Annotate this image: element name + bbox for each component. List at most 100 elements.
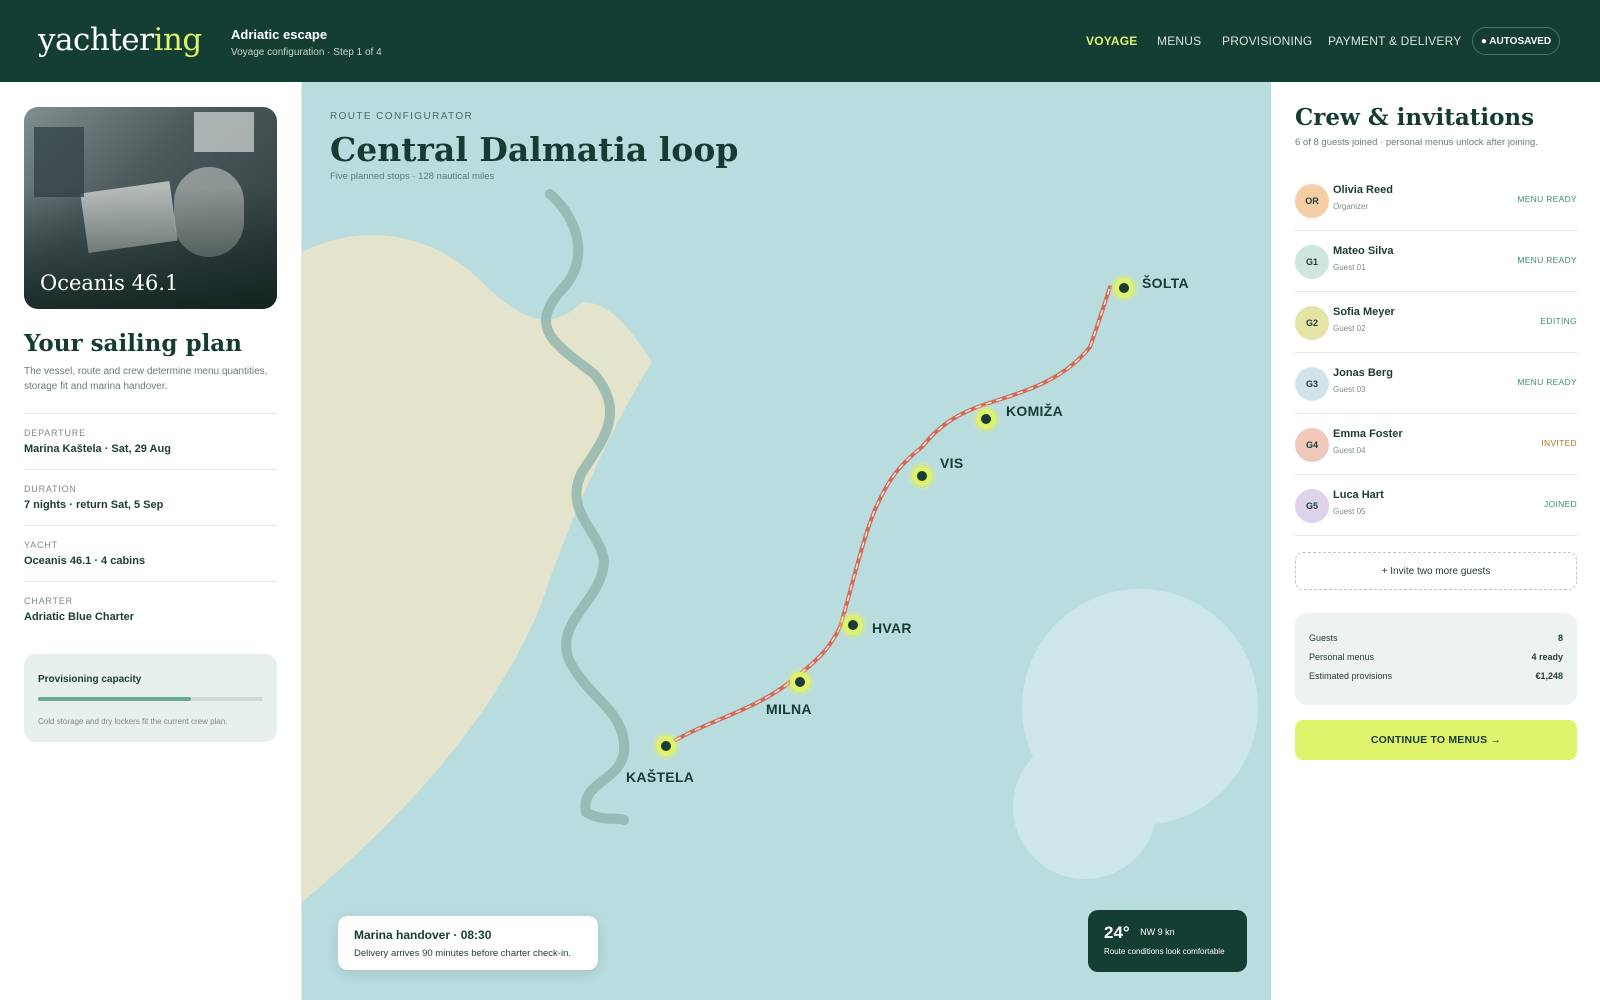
logo[interactable]: yachtering	[38, 22, 202, 58]
nav-provisioning[interactable]: PROVISIONING	[1222, 34, 1312, 48]
summary-row-provisions: Estimated provisions €1,248	[1309, 671, 1563, 681]
trip-subtitle: Voyage configuration · Step 1 of 4	[231, 47, 382, 58]
marina-handover-card: Marina handover · 08:30 Delivery arrives…	[338, 916, 598, 970]
capacity-note: Cold storage and dry lockers fit the cur…	[38, 717, 228, 726]
nav-voyage[interactable]: VOYAGE	[1086, 34, 1137, 48]
top-bar: yachtering Adriatic escape Voyage config…	[0, 0, 1600, 82]
spec-departure: DEPARTURE Marina Kaštela · Sat, 29 Aug	[24, 413, 277, 455]
handover-subtitle: Delivery arrives 90 minutes before chart…	[354, 948, 572, 959]
spec-label: DEPARTURE	[24, 428, 86, 438]
status-badge: INVITED	[1541, 438, 1577, 448]
weather-temperature: 24°	[1104, 923, 1130, 942]
member-role: Guest 04	[1333, 446, 1366, 455]
member-role: Organizer	[1333, 202, 1369, 211]
avatar: G5	[1295, 489, 1329, 523]
summary-value: €1,248	[1535, 671, 1563, 681]
crew-subtitle: 6 of 8 guests joined · personal menus un…	[1295, 137, 1538, 148]
crew-member-row[interactable]: G3 Jonas Berg Guest 03 MENU READY	[1295, 353, 1577, 414]
avatar: OR	[1295, 184, 1329, 218]
status-badge: MENU READY	[1517, 377, 1577, 387]
status-badge: MENU READY	[1517, 194, 1577, 204]
crew-member-row[interactable]: G4 Emma Foster Guest 04 INVITED	[1295, 414, 1577, 475]
trip-summary-card: Guests 8 Personal menus 4 ready Estimate…	[1295, 613, 1577, 705]
stop-marker-hvar[interactable]	[843, 615, 863, 635]
map-canvas	[302, 189, 1258, 902]
member-name: Jonas Berg	[1333, 367, 1393, 379]
weather-card: 24° NW 9 kn Route conditions look comfor…	[1088, 910, 1247, 972]
yacht-photo: Oceanis 46.1	[24, 107, 277, 309]
spec-value: Adriatic Blue Charter	[24, 611, 135, 623]
capacity-title: Provisioning capacity	[38, 674, 142, 685]
summary-value: 8	[1557, 633, 1563, 643]
stop-label-hvar: HVAR	[872, 620, 912, 636]
stop-label-kastela: KAŠTELA	[626, 769, 695, 785]
crew-member-row[interactable]: OR Olivia Reed Organizer MENU READY	[1295, 170, 1577, 231]
member-role: Guest 05	[1333, 507, 1366, 516]
summary-value: 4 ready	[1531, 652, 1563, 662]
stop-label-vis: VIS	[940, 455, 964, 471]
crew-member-row[interactable]: G5 Luca Hart Guest 05 JOINED	[1295, 475, 1577, 536]
trip-title: Adriatic escape	[231, 27, 328, 42]
stop-marker-vis[interactable]	[912, 466, 932, 486]
stop-marker-komiza[interactable]	[976, 409, 996, 429]
summary-label: Guests	[1309, 633, 1338, 643]
spec-value: Marina Kaštela · Sat, 29 Aug	[24, 443, 171, 455]
stop-label-milna: MILNA	[766, 701, 812, 717]
spec-label: YACHT	[24, 540, 58, 550]
member-role: Guest 03	[1333, 385, 1366, 394]
map-eyebrow: ROUTE CONFIGURATOR	[330, 111, 474, 122]
status-badge: EDITING	[1540, 316, 1577, 326]
spec-yacht: YACHT Oceanis 46.1 · 4 cabins	[24, 525, 277, 567]
capacity-progress-bar	[38, 697, 263, 701]
avatar: G2	[1295, 306, 1329, 340]
summary-row-menus: Personal menus 4 ready	[1309, 652, 1563, 662]
status-badge: MENU READY	[1517, 255, 1577, 265]
trip-info: Adriatic escape Voyage configuration · S…	[231, 27, 382, 58]
crew-title: Crew & invitations	[1295, 104, 1535, 131]
autosaved-badge: ● AUTOSAVED	[1472, 27, 1560, 55]
stop-marker-milna[interactable]	[790, 672, 810, 692]
route-title: Central Dalmatia loop	[330, 130, 739, 169]
yacht-photo-label: Oceanis 46.1	[40, 271, 179, 295]
crew-member-row[interactable]: G2 Sofia Meyer Guest 02 EDITING	[1295, 292, 1577, 353]
plan-description: The vessel, route and crew determine men…	[24, 366, 268, 392]
status-badge: JOINED	[1544, 499, 1577, 509]
stop-marker-kastela[interactable]	[656, 736, 676, 756]
continue-to-menus-button[interactable]: CONTINUE TO MENUS →	[1295, 720, 1577, 760]
spec-charter: CHARTER Adriatic Blue Charter	[24, 581, 277, 623]
member-name: Emma Foster	[1333, 428, 1403, 440]
crew-panel: Crew & invitations 6 of 8 guests joined …	[1271, 82, 1600, 1000]
spec-value: 7 nights · return Sat, 5 Sep	[24, 499, 164, 511]
member-name: Luca Hart	[1333, 489, 1384, 501]
crew-member-row[interactable]: G1 Mateo Silva Guest 01 MENU READY	[1295, 231, 1577, 292]
member-name: Mateo Silva	[1333, 245, 1394, 257]
member-role: Guest 02	[1333, 324, 1366, 333]
nav-menus[interactable]: MENUS	[1157, 34, 1201, 48]
nav-payment-delivery[interactable]: PAYMENT & DELIVERY	[1328, 34, 1461, 48]
spec-label: DURATION	[24, 484, 77, 494]
member-role: Guest 01	[1333, 263, 1366, 272]
weather-wind: NW 9 kn	[1140, 927, 1175, 937]
spec-label: CHARTER	[24, 596, 73, 606]
stop-marker-solta[interactable]	[1114, 278, 1134, 298]
avatar: G3	[1295, 367, 1329, 401]
avatar: G4	[1295, 428, 1329, 462]
summary-label: Personal menus	[1309, 652, 1375, 662]
handover-title: Marina handover · 08:30	[354, 928, 492, 942]
member-name: Sofia Meyer	[1333, 306, 1395, 318]
spec-duration: DURATION 7 nights · return Sat, 5 Sep	[24, 469, 277, 511]
sailing-plan-panel: Oceanis 46.1 Your sailing plan The vesse…	[0, 82, 302, 1000]
spec-value: Oceanis 46.1 · 4 cabins	[24, 555, 146, 567]
weather-note: Route conditions look comfortable	[1104, 947, 1225, 956]
stop-label-solta: ŠOLTA	[1142, 275, 1189, 291]
route-subtitle: Five planned stops · 128 nautical miles	[330, 171, 495, 182]
avatar: G1	[1295, 245, 1329, 279]
stop-label-komiza: KOMIŽA	[1006, 403, 1064, 419]
summary-label: Estimated provisions	[1309, 671, 1393, 681]
member-name: Olivia Reed	[1333, 184, 1393, 196]
invite-guests-button[interactable]: + Invite two more guests	[1295, 552, 1577, 590]
provisioning-capacity-card: Provisioning capacity Cold storage and d…	[24, 654, 277, 742]
island-shape	[1013, 735, 1157, 879]
summary-row-guests: Guests 8	[1309, 633, 1563, 643]
route-map[interactable]: ROUTE CONFIGURATOR Central Dalmatia loop…	[302, 82, 1271, 1000]
